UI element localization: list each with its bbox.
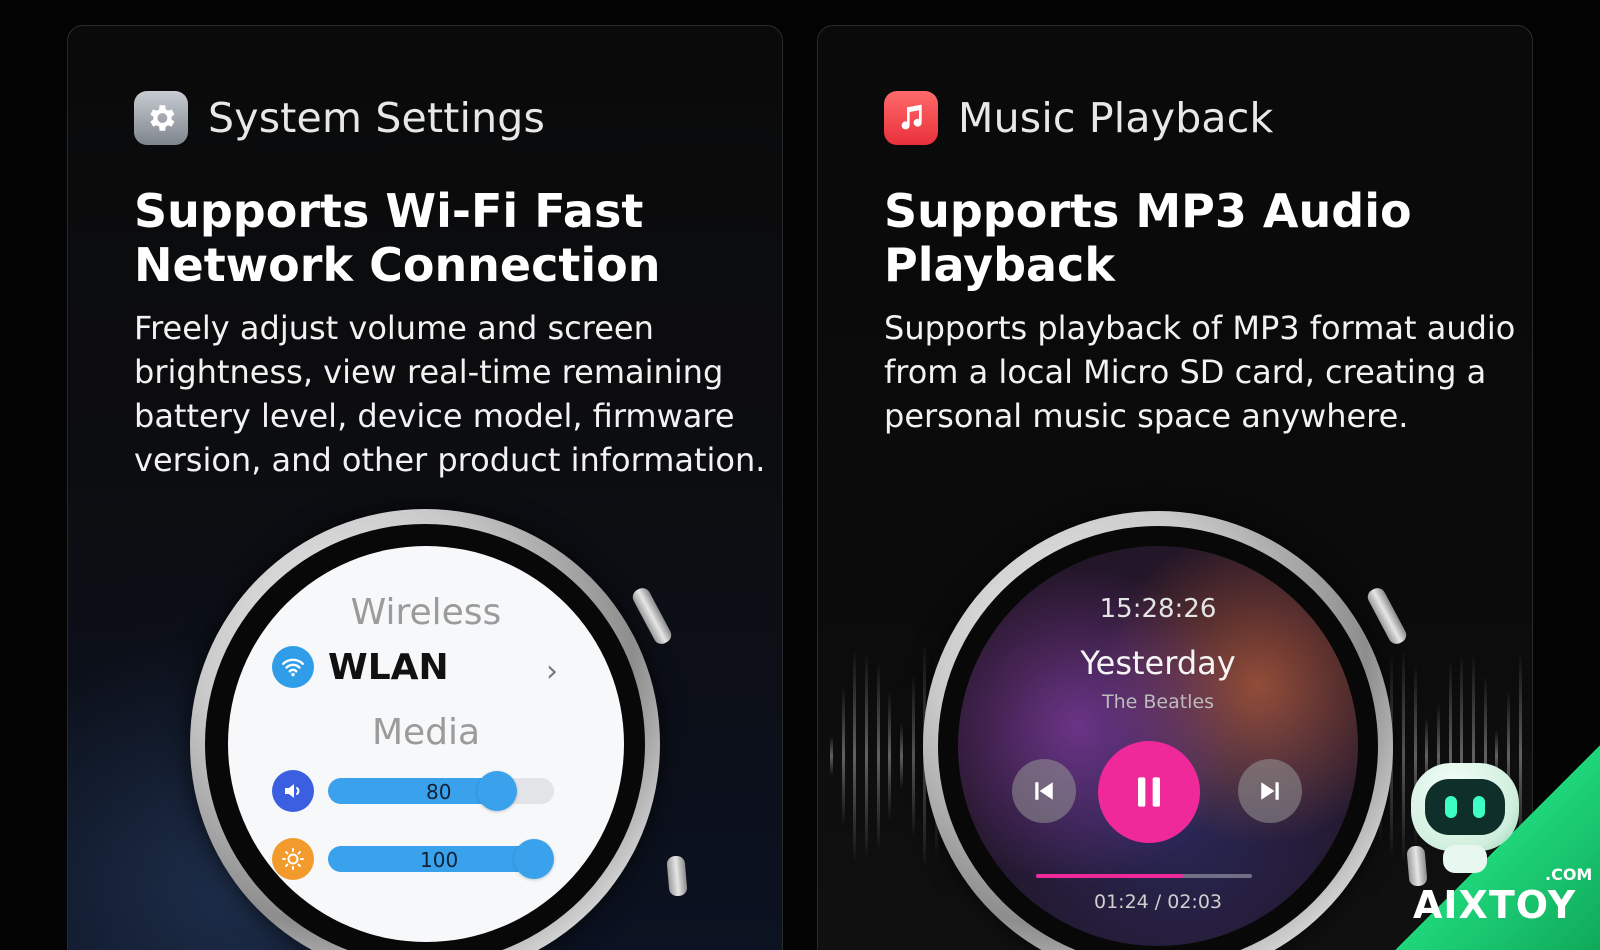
robot-eye <box>1445 796 1457 818</box>
aixtoy-logo: .COM AIXTOY <box>1395 745 1600 950</box>
wifi-icon <box>272 646 314 688</box>
clock: 15:28:26 <box>1099 594 1217 624</box>
sound-wave-bar <box>911 674 915 838</box>
total-time: 02:03 <box>1167 891 1222 913</box>
headline: Supports MP3 Audio Playback <box>884 184 1504 292</box>
sound-wave-bar <box>853 648 857 864</box>
time-separator: / <box>1148 891 1168 913</box>
feature-header: System Settings <box>134 91 545 145</box>
feature-title: System Settings <box>208 94 546 142</box>
brightness-value: 100 <box>420 848 459 872</box>
headline-line: Network Connection <box>134 238 661 292</box>
song-title: Yesterday <box>1080 644 1236 682</box>
music-note-icon <box>884 91 938 145</box>
headline: Supports Wi-Fi Fast Network Connection <box>134 184 754 292</box>
logo-suffix: .COM <box>1545 865 1593 884</box>
volume-slider[interactable]: 80 <box>328 771 554 811</box>
section-label-wireless: Wireless <box>350 592 502 633</box>
speaker-icon <box>272 770 314 812</box>
next-track-button[interactable] <box>1238 759 1302 823</box>
feature-header: Music Playback <box>884 91 1273 145</box>
sound-wave-bar <box>841 685 845 827</box>
artist-name: The Beatles <box>1101 691 1215 713</box>
gear-icon <box>134 91 188 145</box>
playback-time: 01:24 / 02:03 <box>958 891 1358 913</box>
sound-wave-bar <box>830 736 833 776</box>
brightness-slider-knob[interactable] <box>514 839 554 879</box>
pause-button[interactable] <box>1098 741 1200 843</box>
feature-title: Music Playback <box>958 94 1274 142</box>
watch-crown <box>629 585 675 647</box>
chevron-right-icon[interactable]: › <box>546 654 558 689</box>
sound-wave-bar <box>900 722 904 790</box>
volume-slider-knob[interactable] <box>477 771 517 811</box>
sound-wave-bar <box>876 661 880 851</box>
skip-next-icon <box>1261 782 1279 800</box>
pause-icon <box>1138 777 1160 807</box>
wlan-label: WLAN <box>328 646 449 688</box>
robot-eye <box>1473 796 1485 818</box>
volume-value: 80 <box>426 780 452 804</box>
skip-previous-icon <box>1035 782 1053 800</box>
system-settings-card: System Settings Supports Wi-Fi Fast Netw… <box>67 25 783 950</box>
feature-description: Freely adjust volume and screen brightne… <box>134 309 766 479</box>
sound-wave-bar <box>865 651 869 861</box>
page: System Settings Supports Wi-Fi Fast Netw… <box>0 0 1600 950</box>
headline-line: Supports Wi-Fi Fast <box>134 184 644 238</box>
watch-button <box>666 855 688 897</box>
robot-mascot-icon <box>1411 763 1519 851</box>
logo-brand: AIXTOY <box>1413 883 1577 927</box>
brightness-row: 100 <box>272 838 554 880</box>
settings-screen: Wireless WLAN › Media 80 100 <box>228 546 624 942</box>
playback-progress-bar[interactable] <box>1036 874 1252 878</box>
volume-slider-fill <box>328 778 497 804</box>
brightness-slider[interactable]: 100 <box>328 839 554 879</box>
sound-wave-bar <box>888 691 892 821</box>
robot-face <box>1425 779 1505 835</box>
volume-row: 80 <box>272 770 554 812</box>
section-label-media: Media <box>371 712 481 753</box>
music-player-screen: 15:28:26 Yesterday The Beatles 01:24 / 0… <box>958 546 1358 946</box>
previous-track-button[interactable] <box>1012 759 1076 823</box>
wlan-row[interactable]: WLAN <box>272 646 449 688</box>
headline-line: Supports MP3 Audio <box>884 184 1412 238</box>
playback-progress-fill <box>1036 874 1183 878</box>
robot-body <box>1443 845 1487 873</box>
brightness-icon <box>272 838 314 880</box>
feature-description: Supports playback of MP3 format audio fr… <box>884 309 1516 435</box>
elapsed-time: 01:24 <box>1093 891 1149 913</box>
headline-line: Playback <box>884 238 1115 292</box>
